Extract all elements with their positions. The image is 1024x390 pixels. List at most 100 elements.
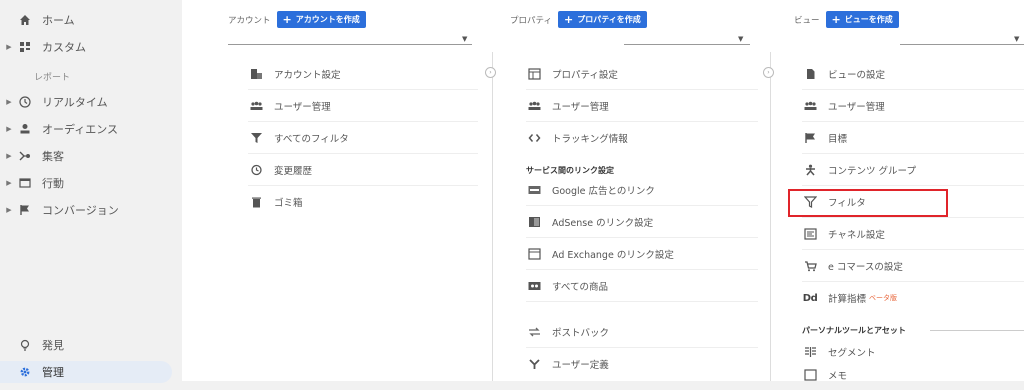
ecommerce-settings-item[interactable]: e コマースの設定 [802,250,1024,282]
home-icon [16,13,34,27]
calculated-metrics-icon: Dd [802,292,818,304]
building-icon [248,67,264,81]
lightbulb-icon [16,338,34,352]
channel-settings-item[interactable]: チャネル設定 [802,218,1024,250]
property-user-management-item[interactable]: ユーザー管理 [526,90,758,122]
memo-icon [802,368,818,382]
account-header: アカウント + アカウントを作成 [228,11,366,28]
highlight-box [788,189,948,217]
property-header: プロパティ + プロパティを作成 [510,11,647,28]
postback-icon [526,325,542,339]
view-column-label: ビュー [794,15,820,26]
expand-arrow-icon: ▶ [6,179,12,187]
arrow-right-icon: › [763,67,774,78]
account-all-filters-item[interactable]: すべてのフィルタ [248,122,478,154]
window-icon [16,176,34,190]
column-divider [770,52,771,390]
reports-section-label: レポート [34,73,71,83]
personal-tools-heading: パーソナルツールとアセット [802,326,906,335]
view-dropdown-icon[interactable]: ▼ [1014,35,1019,43]
sidebar-item-label: コンバージョン [42,204,119,217]
view-header: ビュー + ビューを作成 [794,11,899,28]
sidebar-item-home[interactable]: ▶ ホーム [0,9,182,31]
segments-item[interactable]: セグメント [802,336,1024,368]
clock-icon [16,95,34,109]
dashboard-icon [16,40,34,54]
users-icon [802,99,818,113]
flag-icon [16,203,34,217]
document-icon [802,67,818,81]
account-change-history-item[interactable]: 変更履歴 [248,154,478,186]
segment-icon [802,345,818,359]
view-settings-item[interactable]: ビューの設定 [802,58,1024,90]
trash-icon [248,195,264,209]
property-tracking-info-item[interactable]: トラッキング情報 [526,122,758,154]
acquisition-icon [16,149,34,163]
sidebar-item-label: リアルタイム [42,96,108,109]
flag-icon [802,131,818,145]
ad-exchange-icon [526,247,542,261]
account-user-management-item[interactable]: ユーザー管理 [248,90,478,122]
sidebar-item-label: カスタム [42,41,86,54]
view-selector[interactable] [900,44,1024,45]
sidebar-item-behavior[interactable]: ▶ 行動 [0,172,182,194]
gear-icon [16,365,34,379]
sidebar-item-audience[interactable]: ▶ オーディエンス [0,118,182,140]
property-selector[interactable] [624,44,750,45]
expand-arrow-icon: ▶ [6,152,12,160]
sidebar-item-conversions[interactable]: ▶ コンバージョン [0,199,182,221]
content-grouping-item[interactable]: コンテンツ グループ [802,154,1024,186]
sidebar-item-admin[interactable]: ▶ 管理 [0,361,172,383]
account-trash-item[interactable]: ゴミ箱 [248,186,478,218]
ad-exchange-link-item[interactable]: Ad Exchange のリンク設定 [526,238,758,270]
custom-definitions-item[interactable]: ユーザー定義 [526,348,758,380]
plus-icon: + [831,12,841,26]
expand-arrow-icon: ▶ [6,125,12,133]
sidebar-item-custom[interactable]: ▶ カスタム [0,36,182,58]
sidebar-item-acquisition[interactable]: ▶ 集客 [0,145,182,167]
adsense-link-item[interactable]: AdSense のリンク設定 [526,206,758,238]
sidebar-item-label: 発見 [42,339,64,352]
expand-arrow-icon: ▶ [6,206,12,214]
sidebar-item-label: オーディエンス [42,123,119,136]
property-settings-item[interactable]: プロパティ設定 [526,58,758,90]
person-icon [16,122,34,136]
create-property-button[interactable]: + プロパティを作成 [558,11,647,28]
create-account-button[interactable]: + アカウントを作成 [276,11,366,28]
custom-definitions-icon [526,357,542,371]
account-column-label: アカウント [228,15,271,26]
view-user-management-item[interactable]: ユーザー管理 [802,90,1024,122]
filter-icon [248,131,264,145]
sidebar-item-label: 行動 [42,177,64,190]
goals-item[interactable]: 目標 [802,122,1024,154]
users-icon [526,99,542,113]
google-ads-link-item[interactable]: Google 広告とのリンク [526,174,758,206]
account-selector[interactable] [228,44,472,45]
sidebar-item-label: 集客 [42,150,64,163]
beta-badge: ベータ版 [869,294,898,302]
ads-icon [526,183,542,197]
content-group-icon [802,163,818,177]
code-icon [526,131,542,145]
annotations-item[interactable]: メモ [802,368,1024,382]
history-icon [248,163,264,177]
users-icon [248,99,264,113]
property-dropdown-icon[interactable]: ▼ [738,35,743,43]
sidebar-item-discover[interactable]: ▶ 発見 [0,334,182,356]
expand-arrow-icon: ▶ [6,98,12,106]
account-dropdown-icon[interactable]: ▼ [462,35,467,43]
sidebar-item-realtime[interactable]: ▶ リアルタイム [0,91,182,113]
create-view-button[interactable]: + ビューを作成 [825,11,899,28]
section-divider [930,330,1024,331]
expand-arrow-icon: ▶ [6,43,12,51]
arrow-right-icon: › [485,67,496,78]
all-products-item[interactable]: すべての商品 [526,270,758,302]
plus-icon: + [564,12,574,26]
postback-item[interactable]: ポストバック [526,316,758,348]
property-window-icon [526,67,542,81]
calculated-metrics-item[interactable]: Dd 計算指標 ベータ版 [802,282,1024,314]
account-settings-item[interactable]: アカウント設定 [248,58,478,90]
sidebar-item-label: ホーム [42,14,75,27]
horizontal-scrollbar[interactable] [182,381,1024,390]
adsense-icon [526,215,542,229]
